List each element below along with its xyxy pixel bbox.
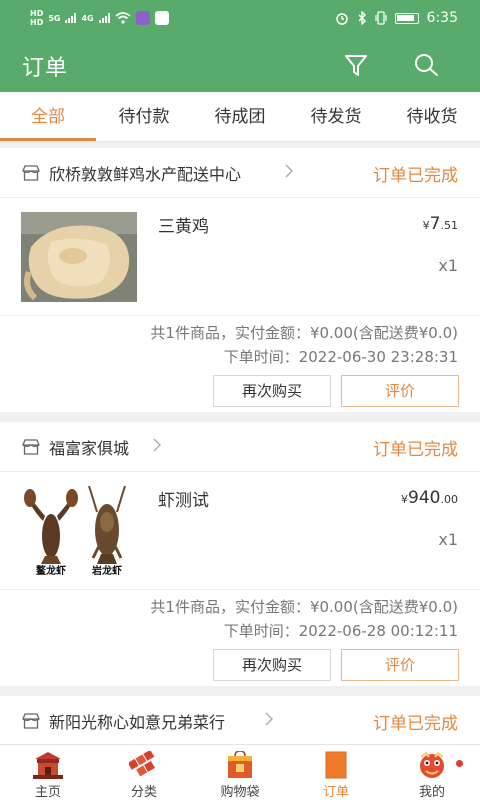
product-name: 虾测试 <box>158 491 209 511</box>
shopping-bag-icon <box>228 751 252 778</box>
price-decimal: .51 <box>440 219 459 232</box>
order-item[interactable]: 三黄鸡 ¥7.51 x1 <box>0 198 480 316</box>
shop-name: 新阳光称心如意兄弟菜行 <box>49 713 226 732</box>
product-price: ¥940.00 <box>401 488 458 508</box>
price-currency: ¥ <box>422 219 430 232</box>
order-status: 订单已完成 <box>373 166 458 186</box>
chevron-right-icon <box>265 712 273 726</box>
order-time: 下单时间：2022-06-28 00:12:11 <box>223 622 458 640</box>
status-left: HD HD 5G 4G <box>30 9 169 27</box>
notification-badge <box>456 760 463 767</box>
order-card: 新阳光称心如意兄弟菜行 订单已完成 <box>0 696 480 744</box>
summary-total: 共1件商品，实付金额：¥0.00(含配送费¥0.0) <box>150 324 458 342</box>
order-tabs: 全部 待付款 待成团 待发货 待收货 <box>0 92 480 142</box>
order-status: 订单已完成 <box>373 714 458 734</box>
filter-button[interactable] <box>341 50 371 80</box>
shop-name: 欣桥敦敦鲜鸡水产配送中心 <box>49 165 242 184</box>
rebuy-button[interactable]: 再次购买 <box>213 649 331 681</box>
chevron-right-icon <box>285 164 293 178</box>
nav-label: 主页 <box>34 785 61 800</box>
tab-pending-receipt[interactable]: 待收货 <box>384 92 480 141</box>
product-image <box>21 212 137 302</box>
nav-label: 我的 <box>418 785 445 800</box>
shop-row[interactable]: 欣桥敦敦鲜鸡水产配送中心 订单已完成 <box>0 148 480 198</box>
lobster-caption-right: 岩龙虾 <box>91 564 122 576</box>
nav-label: 购物袋 <box>220 785 260 800</box>
qq-icon <box>154 11 169 25</box>
nav-shopping-bag[interactable]: 购物袋 <box>192 745 288 800</box>
price-decimal: .00 <box>440 493 459 506</box>
orders-icon <box>325 751 347 779</box>
network-5g-label: 5G <box>48 13 61 23</box>
nav-category[interactable]: 分类 <box>96 745 192 800</box>
review-button[interactable]: 评价 <box>341 649 459 681</box>
hd-label-bottom: HD <box>30 18 44 27</box>
hd-label-top: HD <box>30 9 44 18</box>
store-icon <box>22 165 40 181</box>
price-integer: 940 <box>408 488 441 508</box>
wifi-icon <box>115 12 131 24</box>
category-icon <box>129 751 155 777</box>
summary-total: 共1件商品，实付金额：¥0.00(含配送费¥0.0) <box>150 598 458 616</box>
order-status: 订单已完成 <box>373 440 458 460</box>
chevron-right-icon <box>153 438 161 452</box>
price-currency: ¥ <box>401 493 409 506</box>
product-name: 三黄鸡 <box>158 217 209 237</box>
shop-row[interactable]: 新阳光称心如意兄弟菜行 订单已完成 <box>0 696 480 744</box>
lobster-illustration: 鳌龙虾 岩龙虾 <box>24 486 126 576</box>
search-icon <box>415 54 438 76</box>
order-card: 福富家俱城 订单已完成 鳌龙虾 岩龙虾 虾测试 ¥940.00 x1 共1件商品… <box>0 422 480 686</box>
lobster-caption-left: 鳌龙虾 <box>36 564 66 576</box>
battery-icon <box>394 12 419 24</box>
nav-label: 订单 <box>322 785 349 800</box>
rebuy-button[interactable]: 再次购买 <box>213 375 331 407</box>
review-button[interactable]: 评价 <box>341 375 459 407</box>
status-right: 6:35 <box>335 10 458 26</box>
page-title: 订单 <box>22 56 69 81</box>
nav-home[interactable]: 主页 <box>0 745 96 800</box>
hd-indicators: HD HD <box>30 9 43 27</box>
status-bar: HD HD 5G 4G 6:35 <box>0 0 480 38</box>
tab-pending-group[interactable]: 待成团 <box>192 92 288 141</box>
order-card: 欣桥敦敦鲜鸡水产配送中心 订单已完成 三黄鸡 ¥7.51 x1 共1件商品，实付… <box>0 148 480 412</box>
bottom-nav: 主页 分类 购物袋 订单 我的 <box>0 744 480 800</box>
search-button[interactable] <box>411 50 441 80</box>
order-summary: 共1件商品，实付金额：¥0.00(含配送费¥0.0) 下单时间：2022-06-… <box>0 316 480 410</box>
vibrate-icon <box>374 11 387 25</box>
network-4g-label: 4G <box>81 13 94 23</box>
filter-icon <box>345 55 367 76</box>
tab-pending-payment[interactable]: 待付款 <box>96 92 192 141</box>
status-time: 6:35 <box>426 10 458 26</box>
nav-profile[interactable]: 我的 <box>384 745 480 800</box>
order-item[interactable]: 鳌龙虾 岩龙虾 虾测试 ¥940.00 x1 <box>0 472 480 590</box>
bluetooth-icon <box>358 11 366 25</box>
alarm-icon <box>335 13 348 25</box>
nav-orders[interactable]: 订单 <box>288 745 384 800</box>
shop-name: 福富家俱城 <box>49 439 130 458</box>
tab-all[interactable]: 全部 <box>0 92 96 141</box>
tab-pending-shipment[interactable]: 待发货 <box>288 92 384 141</box>
home-icon <box>33 752 63 779</box>
product-quantity: x1 <box>438 256 458 275</box>
product-quantity: x1 <box>438 530 458 549</box>
store-icon <box>22 439 40 455</box>
product-image: 鳌龙虾 岩龙虾 <box>21 486 137 576</box>
price-integer: 7 <box>429 214 441 234</box>
app-bar: 订单 <box>0 38 480 92</box>
order-time: 下单时间：2022-06-30 23:28:31 <box>223 348 458 366</box>
shop-row[interactable]: 福富家俱城 订单已完成 <box>0 422 480 472</box>
product-price: ¥7.51 <box>423 214 458 234</box>
signal-icon <box>65 13 77 23</box>
store-icon <box>22 713 40 729</box>
signal-icon-2 <box>98 13 110 23</box>
nav-label: 分类 <box>130 785 157 800</box>
order-summary: 共1件商品，实付金额：¥0.00(含配送费¥0.0) 下单时间：2022-06-… <box>0 590 480 684</box>
profile-icon <box>420 751 444 778</box>
notification-app-icon <box>135 11 150 25</box>
